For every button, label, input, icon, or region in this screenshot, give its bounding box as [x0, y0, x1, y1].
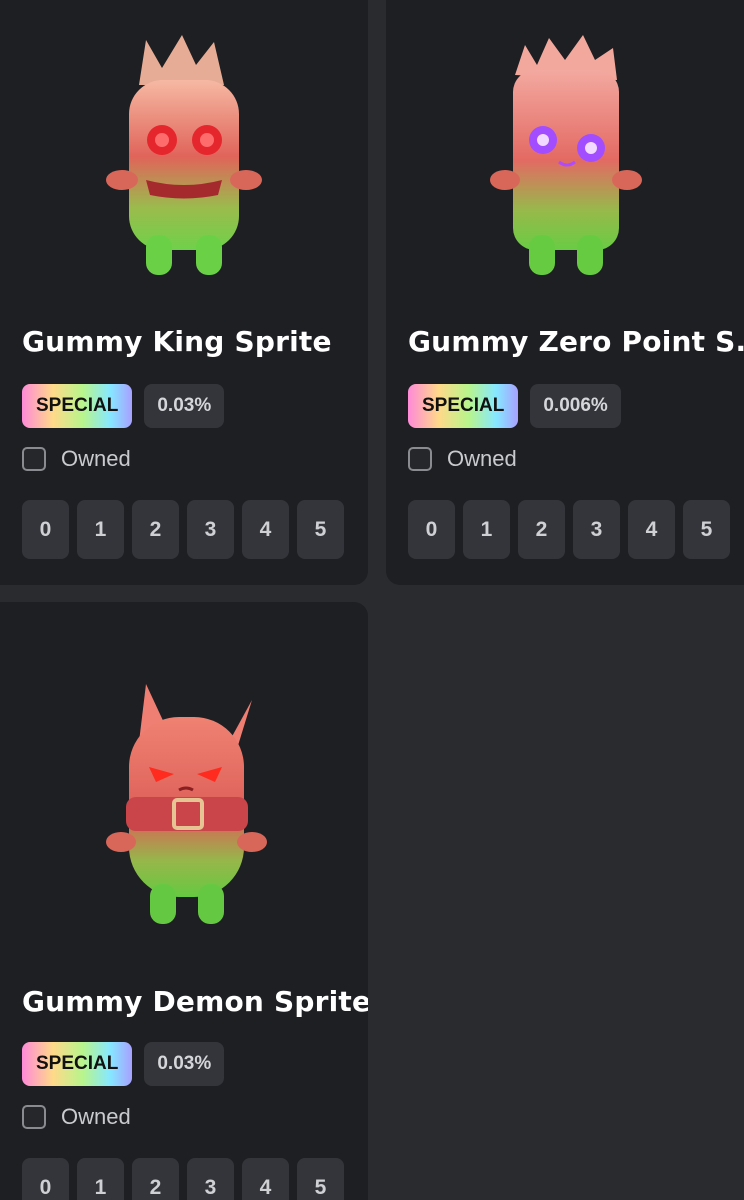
sprite-card[interactable]: Gummy Zero Point S... SPECIAL 0.006% Own… — [386, 0, 744, 585]
count-button-2[interactable]: 2 — [518, 500, 565, 559]
owned-checkbox[interactable] — [22, 447, 46, 471]
count-button-3[interactable]: 3 — [573, 500, 620, 559]
special-badge: SPECIAL — [408, 384, 519, 428]
special-badge: SPECIAL — [22, 384, 133, 428]
special-badge: SPECIAL — [22, 1042, 133, 1086]
owned-label: Owned — [61, 446, 131, 471]
sprite-grid: Gummy King Sprite SPECIAL 0.03% Owned 0 … — [0, 0, 744, 1200]
count-button-5[interactable]: 5 — [297, 500, 344, 559]
owned-toggle[interactable]: Owned — [22, 1104, 131, 1130]
owned-label: Owned — [61, 1104, 131, 1129]
count-button-0[interactable]: 0 — [408, 500, 455, 559]
sprite-image — [0, 672, 368, 942]
drop-rate-badge: 0.03% — [144, 384, 225, 428]
count-button-1[interactable]: 1 — [77, 1158, 124, 1200]
sprite-card[interactable]: Gummy King Sprite SPECIAL 0.03% Owned 0 … — [0, 0, 368, 585]
count-button-0[interactable]: 0 — [22, 1158, 69, 1200]
owned-checkbox[interactable] — [22, 1105, 46, 1129]
owned-toggle[interactable]: Owned — [408, 446, 517, 472]
drop-rate-badge: 0.03% — [144, 1042, 225, 1086]
drop-rate-badge: 0.006% — [530, 384, 621, 428]
count-button-4[interactable]: 4 — [628, 500, 675, 559]
sprite-name: Gummy Zero Point S... — [408, 325, 744, 358]
count-button-0[interactable]: 0 — [22, 500, 69, 559]
sprite-card[interactable]: Gummy Demon Sprite SPECIAL 0.03% Owned 0… — [0, 602, 368, 1200]
count-button-2[interactable]: 2 — [132, 1158, 179, 1200]
badge-row: SPECIAL 0.006% — [408, 384, 621, 428]
count-button-2[interactable]: 2 — [132, 500, 179, 559]
sprite-name: Gummy Demon Sprite — [22, 985, 368, 1018]
count-button-5[interactable]: 5 — [297, 1158, 344, 1200]
owned-checkbox[interactable] — [408, 447, 432, 471]
count-button-3[interactable]: 3 — [187, 500, 234, 559]
count-button-5[interactable]: 5 — [683, 500, 730, 559]
count-button-3[interactable]: 3 — [187, 1158, 234, 1200]
count-selector: 0 1 2 3 4 5 — [22, 1158, 344, 1200]
badge-row: SPECIAL 0.03% — [22, 1042, 225, 1086]
count-button-4[interactable]: 4 — [242, 500, 289, 559]
count-button-1[interactable]: 1 — [77, 500, 124, 559]
count-button-4[interactable]: 4 — [242, 1158, 289, 1200]
owned-toggle[interactable]: Owned — [22, 446, 131, 472]
count-selector: 0 1 2 3 4 5 — [22, 500, 344, 559]
sprite-image — [0, 30, 368, 290]
sprite-name: Gummy King Sprite — [22, 325, 332, 358]
badge-row: SPECIAL 0.03% — [22, 384, 225, 428]
count-button-1[interactable]: 1 — [463, 500, 510, 559]
sprite-image — [386, 30, 744, 290]
count-selector: 0 1 2 3 4 5 — [408, 500, 730, 559]
owned-label: Owned — [447, 446, 517, 471]
